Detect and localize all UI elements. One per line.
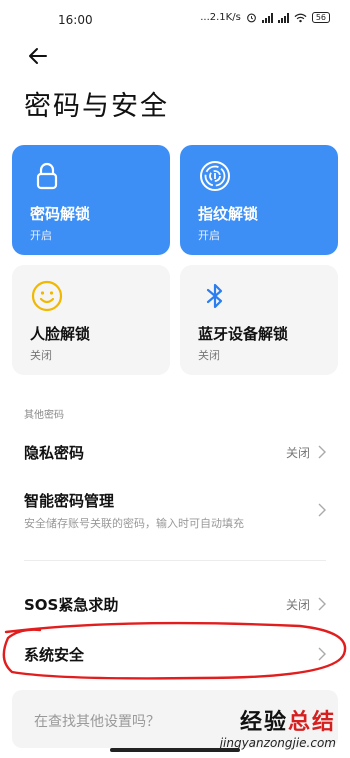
tile-password-unlock[interactable]: 密码解锁 开启 bbox=[12, 145, 170, 255]
row-label: 隐私密码 bbox=[24, 444, 85, 462]
tile-fingerprint-unlock[interactable]: 指纹解锁 开启 bbox=[180, 145, 338, 255]
status-icons: ...2.1K/s 56 bbox=[200, 12, 330, 23]
alarm-icon bbox=[246, 13, 256, 23]
tile-bluetooth-unlock[interactable]: 蓝牙设备解锁 关闭 bbox=[180, 265, 338, 375]
fingerprint-icon bbox=[200, 161, 230, 191]
tile-name: 人脸解锁 bbox=[30, 325, 91, 343]
row-label: SOS紧急求助 bbox=[24, 596, 119, 614]
home-indicator[interactable] bbox=[110, 748, 240, 752]
page-title: 密码与安全 bbox=[24, 91, 169, 122]
row-label: 系统安全 bbox=[24, 646, 85, 664]
tile-state: 关闭 bbox=[30, 349, 52, 362]
status-time: 16:00 bbox=[58, 13, 93, 27]
section-label-other-passwords: 其他密码 bbox=[24, 410, 64, 421]
battery-icon: 56 bbox=[311, 12, 330, 23]
chevron-right-icon bbox=[318, 597, 326, 611]
watermark-accent: 总结 bbox=[287, 710, 336, 735]
face-icon bbox=[31, 280, 63, 312]
tile-face-unlock[interactable]: 人脸解锁 关闭 bbox=[12, 265, 170, 375]
status-bar: 16:00 ...2.1K/s 56 bbox=[0, 0, 350, 40]
row-system-security[interactable]: 系统安全 bbox=[0, 632, 350, 676]
row-subtitle: 安全储存账号关联的密码，输入时可自动填充 bbox=[24, 517, 244, 530]
chevron-right-icon bbox=[318, 647, 326, 661]
signal-icon bbox=[261, 12, 273, 23]
search-placeholder: 在查找其他设置吗？ bbox=[34, 714, 160, 730]
back-arrow-icon[interactable] bbox=[26, 43, 52, 69]
row-sos[interactable]: SOS紧急求助 关闭 bbox=[0, 582, 350, 626]
row-label: 智能密码管理 bbox=[24, 492, 115, 510]
row-value: 关闭 bbox=[285, 446, 310, 460]
signal-icon-2 bbox=[277, 12, 289, 23]
chevron-right-icon bbox=[318, 445, 326, 459]
divider bbox=[24, 560, 326, 561]
tile-name: 指纹解锁 bbox=[198, 205, 259, 223]
chevron-right-icon bbox=[318, 503, 326, 517]
tile-state: 开启 bbox=[198, 229, 220, 242]
watermark: 经验总结 jingyanzongjie.com bbox=[220, 704, 336, 750]
lock-icon bbox=[36, 162, 58, 190]
bluetooth-icon bbox=[206, 283, 223, 309]
wifi-icon bbox=[294, 13, 307, 22]
tile-name: 蓝牙设备解锁 bbox=[198, 325, 289, 343]
tile-name: 密码解锁 bbox=[30, 205, 91, 223]
network-speed: ...2.1K/s bbox=[200, 12, 241, 23]
tile-state: 关闭 bbox=[198, 349, 220, 362]
tile-state: 开启 bbox=[30, 229, 52, 242]
row-password-manager[interactable]: 智能密码管理 安全储存账号关联的密码，输入时可自动填充 bbox=[0, 482, 350, 540]
row-value: 关闭 bbox=[285, 598, 310, 612]
row-privacy-password[interactable]: 隐私密码 关闭 bbox=[0, 430, 350, 474]
watermark-prefix: 经验 bbox=[239, 710, 288, 735]
watermark-title: 经验总结 bbox=[220, 704, 336, 736]
